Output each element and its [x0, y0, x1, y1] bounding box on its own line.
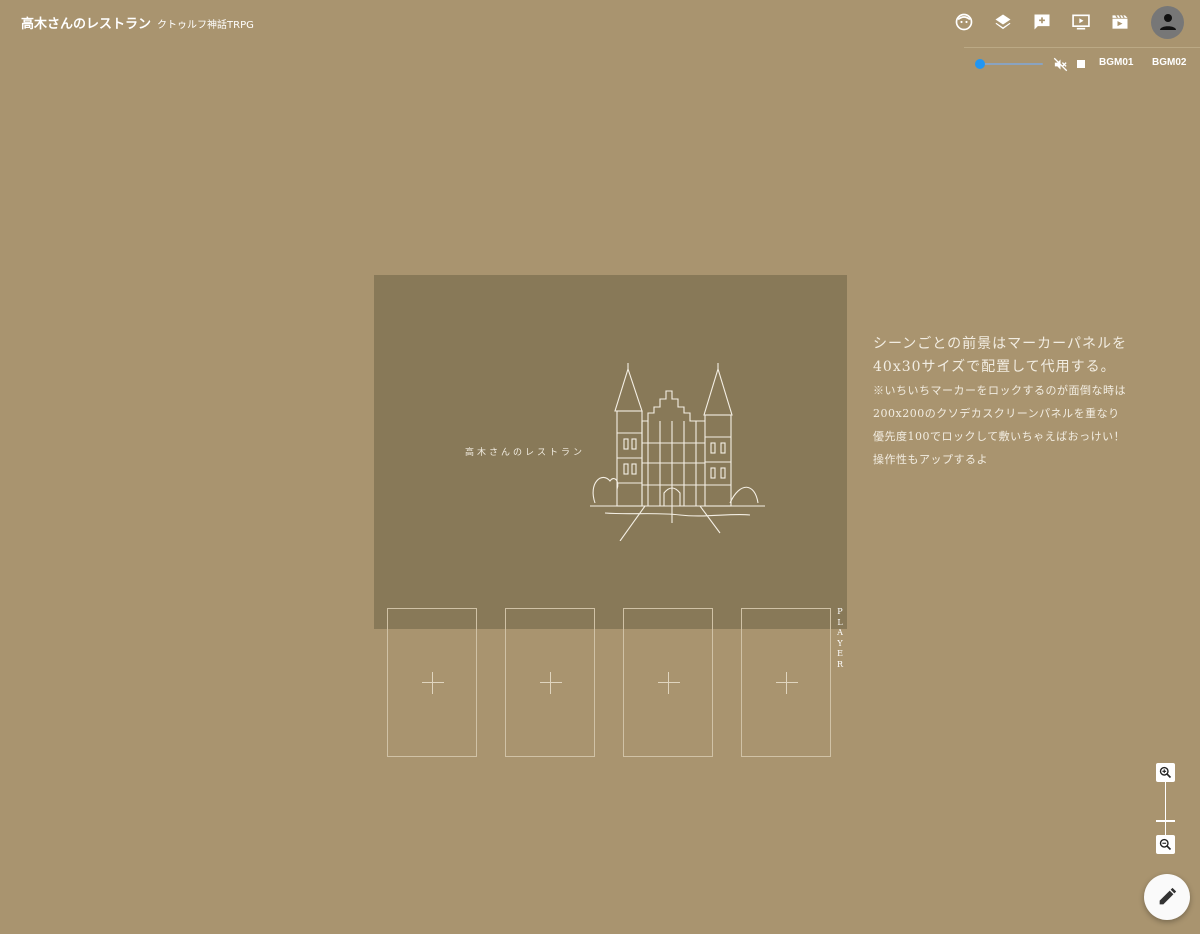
zoom-out-icon[interactable]: [1156, 835, 1175, 854]
player-slot-4[interactable]: [741, 608, 831, 757]
pencil-icon: [1159, 887, 1177, 905]
player-slot-2[interactable]: [505, 608, 595, 757]
account-icon[interactable]: [1151, 5, 1184, 39]
note-line: 優先度100でロックして敷いちゃえばおっけい！: [873, 430, 1126, 443]
stop-icon[interactable]: [1077, 60, 1085, 68]
note-line: ※いちいちマーカーをロックするのが面倒な時は: [873, 384, 1126, 397]
volume-thumb[interactable]: [975, 59, 985, 69]
add-comment-icon[interactable]: [1032, 12, 1052, 32]
add-icon: [658, 672, 680, 694]
note-line: シーンごとの前景はマーカーパネルを: [873, 336, 1128, 352]
add-icon: [776, 672, 798, 694]
zoom-slider-handle[interactable]: [1156, 820, 1175, 822]
scene-foreground-panel[interactable]: 高木さんのレストラン: [374, 275, 847, 629]
zoom-in-icon[interactable]: [1156, 763, 1175, 782]
toolbar-divider: [964, 47, 1200, 48]
bgm02-button[interactable]: BGM02: [1152, 57, 1186, 68]
face-icon[interactable]: [954, 12, 974, 32]
room-name: 高木さんのレストラン: [21, 17, 152, 32]
top-toolbar: [954, 5, 1200, 39]
room-title: 高木さんのレストラン クトゥルフ神話TRPG: [21, 13, 254, 32]
movie-clapper-icon[interactable]: [1110, 12, 1130, 32]
instruction-notes: シーンごとの前景はマーカーパネルを 40x30サイズで配置して代用する。 ※いち…: [873, 333, 1173, 471]
volume-mute-icon[interactable]: [1053, 57, 1068, 72]
note-line: 40x30サイズで配置して代用する。: [873, 359, 1116, 375]
note-line: 200x200のクソデカスクリーンパネルを重なり: [873, 407, 1120, 420]
layers-icon[interactable]: [993, 12, 1013, 32]
volume-slider[interactable]: [975, 59, 1043, 69]
scene-caption: 高木さんのレストラン: [465, 448, 586, 458]
bgm01-button[interactable]: BGM01: [1099, 57, 1133, 68]
bgm-controls: BGM01 BGM02: [975, 56, 1200, 72]
player-area-label: PLAYER: [836, 607, 844, 669]
edit-fab-button[interactable]: [1144, 874, 1190, 920]
add-icon: [540, 672, 562, 694]
zoom-rail: [1165, 782, 1166, 835]
player-slot-1[interactable]: [387, 608, 477, 757]
room-system: クトゥルフ神話TRPG: [157, 20, 254, 31]
volume-track: [980, 63, 1043, 65]
player-slot-3[interactable]: [623, 608, 713, 757]
note-line: 操作性もアップするよ: [873, 453, 988, 466]
add-icon: [422, 672, 444, 694]
castle-illustration: [590, 363, 765, 541]
play-video-icon[interactable]: [1071, 12, 1091, 32]
